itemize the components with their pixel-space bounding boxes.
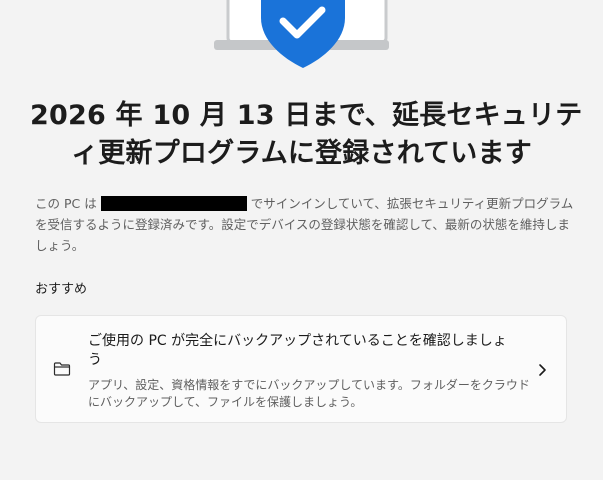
page-title: 2026 年 10 月 13 日まで、延長セキュリテ ィ更新プログラムに登録され… — [30, 97, 583, 173]
hero-illustration — [0, 0, 603, 80]
folder-icon — [53, 362, 71, 376]
status-description: この PC はでサインインしていて、拡張セキュリティ更新プログラムを受信するよう… — [35, 193, 575, 256]
chevron-right-icon[interactable] — [537, 363, 547, 377]
page-title-line-2: ィ更新プログラムに登録されています — [71, 138, 532, 169]
backup-recommendation-card[interactable]: ご使用の PC が完全にバックアップされていることを確認しましょう アプリ、設定… — [35, 315, 567, 423]
card-title: ご使用の PC が完全にバックアップされていることを確認しましょう — [88, 333, 507, 368]
laptop-with-shield-check-icon — [214, 0, 389, 68]
recommended-section-label: おすすめ — [35, 282, 88, 297]
card-subtitle: アプリ、設定、資格情報をすでにバックアップしています。フォルダーをクラウドにバッ… — [88, 378, 530, 409]
description-text-before: この PC は — [35, 196, 97, 211]
page-title-line-1: 2026 年 10 月 13 日まで、延長セキュリテ — [30, 100, 583, 131]
redacted-account-name — [100, 196, 247, 211]
